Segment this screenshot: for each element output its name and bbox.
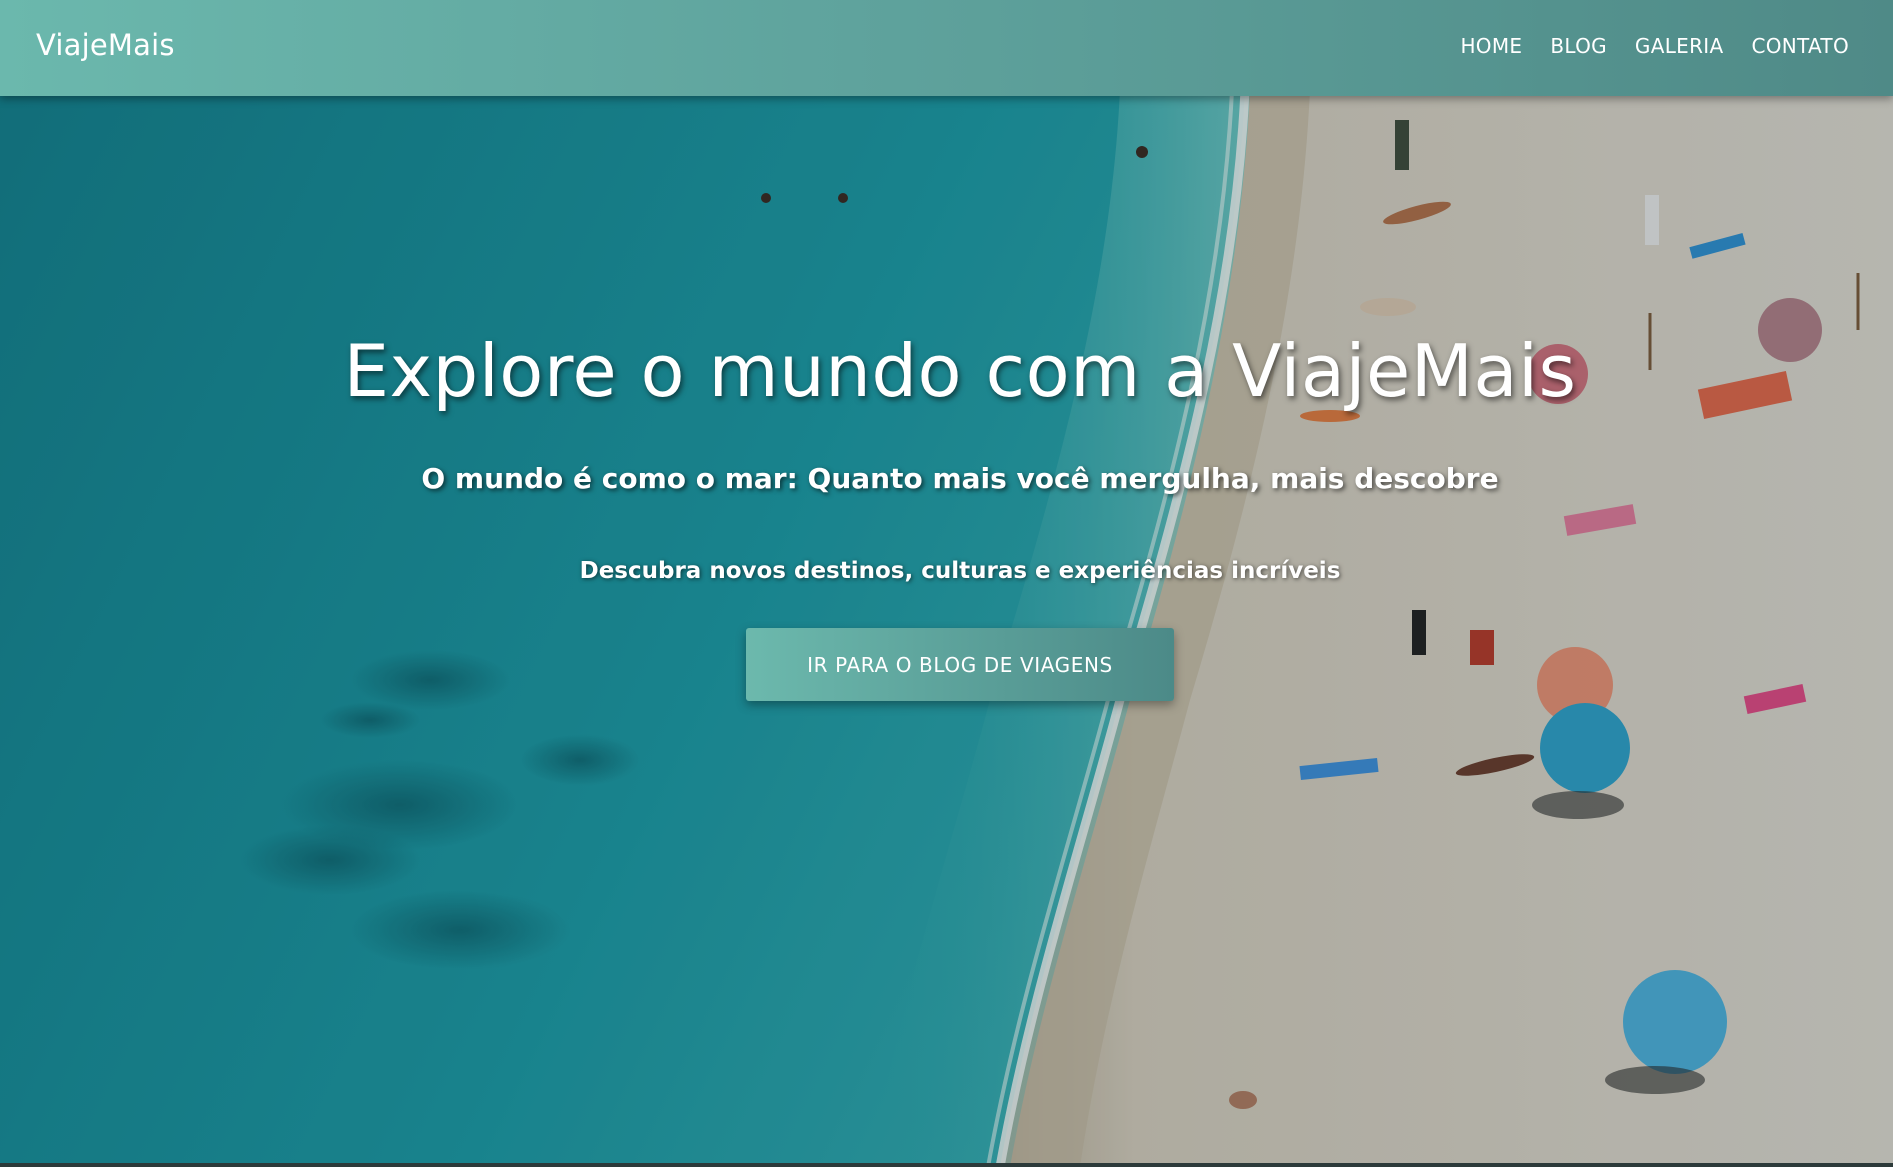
page-bottom-edge [0, 1163, 1893, 1167]
hero-title: Explore o mundo com a ViajeMais [343, 329, 1577, 413]
nav-link-contato[interactable]: CONTATO [1751, 34, 1849, 58]
nav-link-galeria[interactable]: GALERIA [1635, 34, 1724, 58]
hero-description: Descubra novos destinos, culturas e expe… [579, 558, 1341, 584]
hero-subtitle: O mundo é como o mar: Quanto mais você m… [421, 462, 1499, 495]
hero-section: Explore o mundo com a ViajeMais O mundo … [0, 96, 1893, 1167]
blog-cta-button[interactable]: IR PARA O BLOG DE VIAGENS [746, 628, 1174, 701]
navbar: ViajeMais HOME BLOG GALERIA CONTATO [0, 0, 1893, 96]
brand-logo[interactable]: ViajeMais [36, 28, 175, 62]
nav-link-blog[interactable]: BLOG [1550, 34, 1607, 58]
page: ViajeMais HOME BLOG GALERIA CONTATO Expl… [0, 0, 1893, 1167]
nav-link-home[interactable]: HOME [1460, 34, 1522, 58]
main-nav: HOME BLOG GALERIA CONTATO [1432, 34, 1849, 58]
